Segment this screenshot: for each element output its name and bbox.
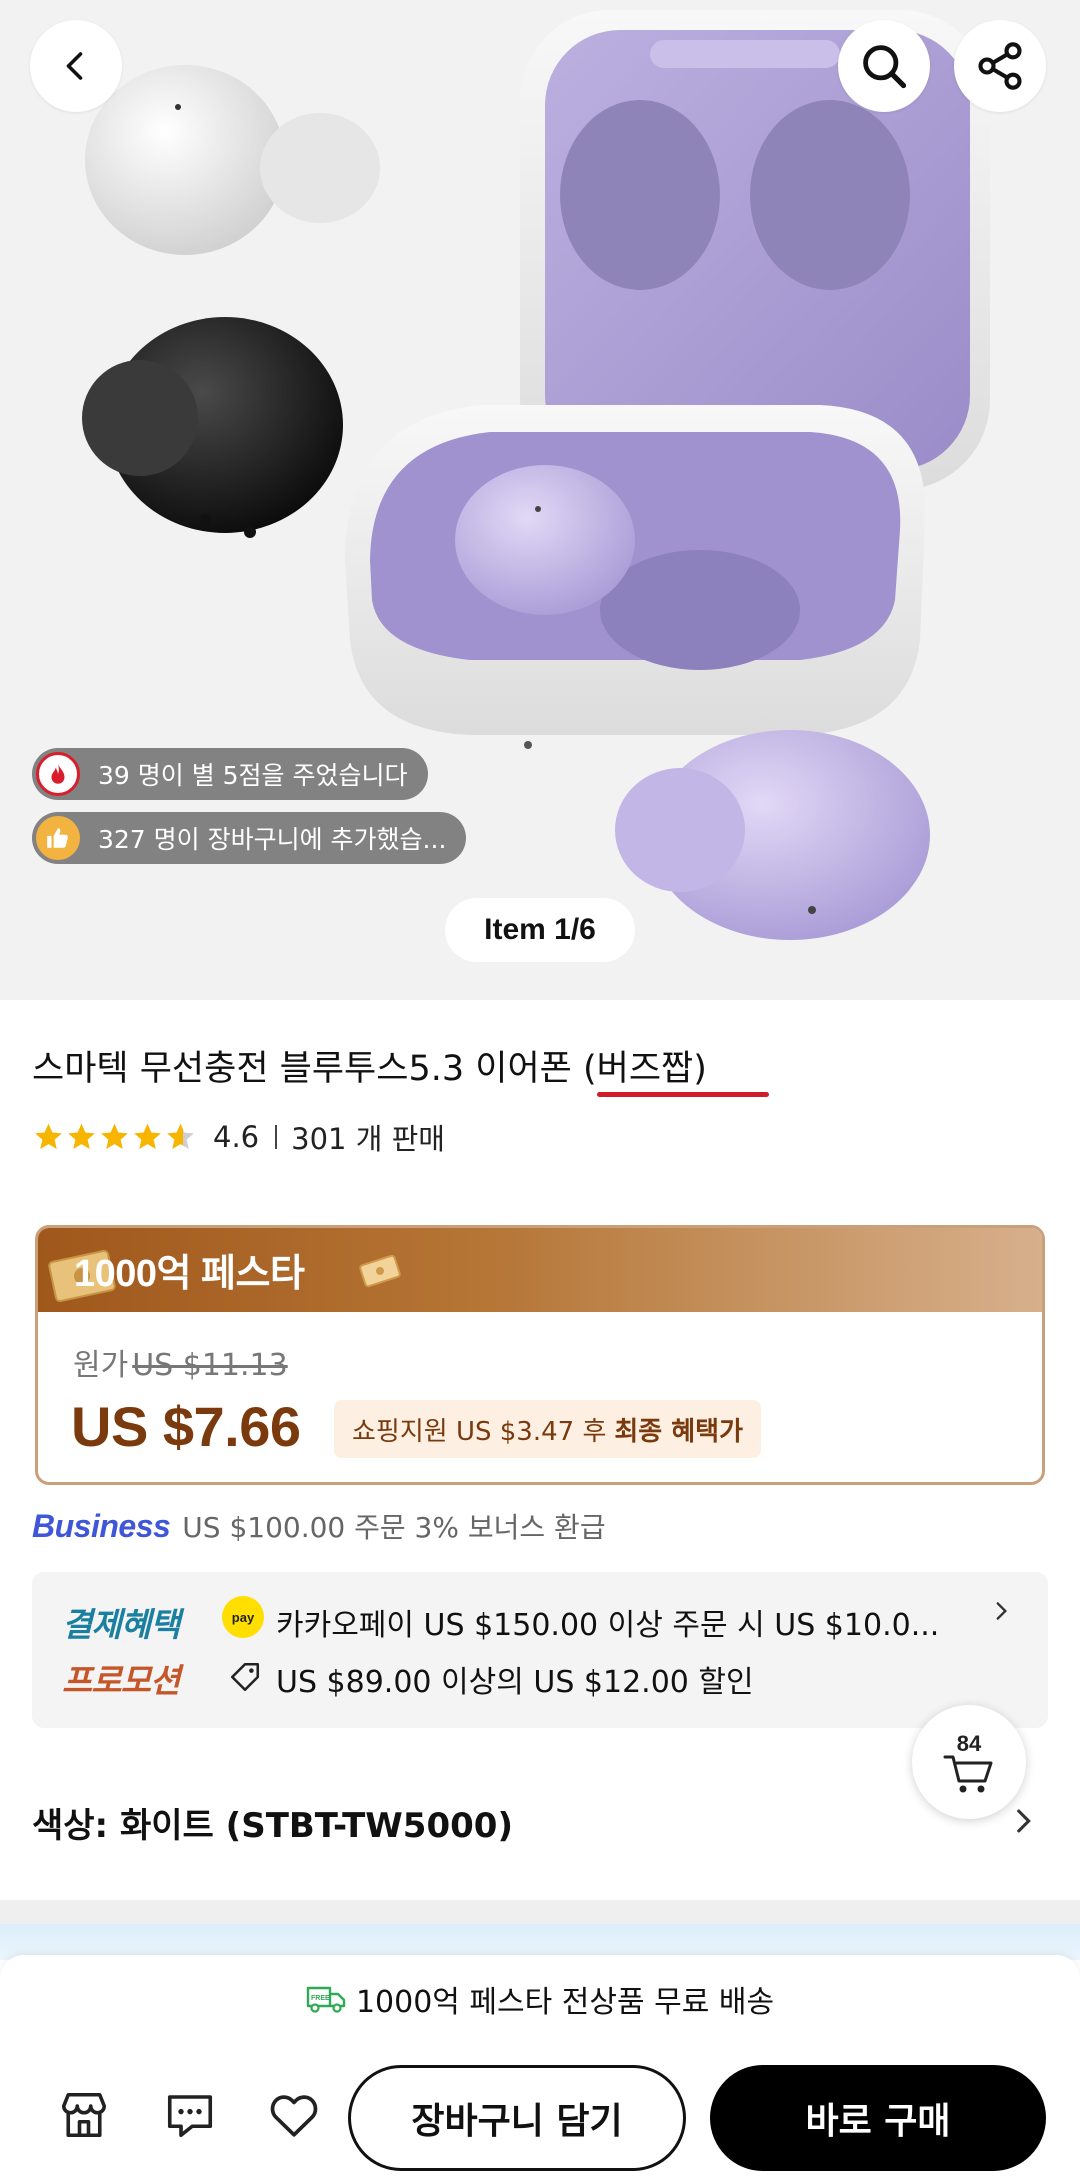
cart-count-badge: 84 (956, 1731, 982, 1756)
kakaopay-icon: pay (222, 1596, 264, 1638)
benefit-bold: 최종 혜택가 (614, 1416, 744, 1447)
buy-now-button[interactable]: 바로 구매 (710, 2065, 1046, 2171)
color-option-label: 색상: 화이트 (STBT-TW5000) (32, 1805, 513, 1846)
payment-benefit-text: 카카오페이 US $150.00 이상 주문 시 US $10.0... (276, 1608, 940, 1643)
current-price: US $7.66 (71, 1395, 301, 1458)
final-benefit-chip: 쇼핑지원 US $3.47 후 최종 혜택가 (334, 1400, 762, 1458)
business-logo: Business (32, 1507, 171, 1544)
chevron-right-icon (1017, 1809, 1031, 1833)
rating-separator (275, 1125, 278, 1149)
share-icon (978, 42, 1022, 90)
five-star-count-badge: 39 명이 별 5점을 주었습니다 (32, 748, 428, 800)
chat-button[interactable] (160, 2085, 220, 2145)
chat-icon (167, 2095, 213, 2138)
wishlist-button[interactable] (264, 2085, 324, 2145)
half-star-icon (167, 1123, 194, 1149)
original-price: US $11.13 (132, 1348, 288, 1383)
benefit-prefix: 쇼핑지원 US $3.47 후 (352, 1416, 607, 1447)
section-divider (0, 1900, 1080, 1924)
star-icon (35, 1123, 62, 1149)
add-to-cart-button[interactable]: 장바구니 담기 (348, 2065, 686, 2171)
product-image-gallery[interactable]: 39 명이 별 5점을 주었습니다 327 명이 장바구니에 추가했습... I… (0, 0, 1080, 1000)
price-box: 1000억 페스타 원가 US $11.13 US $7.66 쇼핑지원 US $… (35, 1225, 1045, 1485)
image-counter: Item 1/6 (445, 898, 635, 962)
rating-row[interactable]: 4.6 301 개 판매 (32, 1116, 445, 1158)
free-shipping-notice: FREE 1000억 페스타 전상품 무료 배송 (0, 1977, 1080, 2021)
star-icon (134, 1123, 161, 1149)
search-button[interactable] (838, 20, 930, 112)
business-bonus-row: Business US $100.00 주문 3% 보너스 환급 (32, 1506, 606, 1546)
sold-count: 301 개 판매 (291, 1122, 445, 1156)
title-highlight-underline (597, 1092, 769, 1097)
five-star-count-text: 39 명이 별 5점을 주었습니다 (98, 761, 408, 790)
bottom-action-bar: FREE 1000억 페스타 전상품 무료 배송 장바구니 담기 바로 구매 (0, 1955, 1080, 2180)
star-rating (32, 1121, 197, 1153)
star-icon (101, 1123, 128, 1149)
fire-icon (36, 752, 80, 796)
cart-add-count-badge: 327 명이 장바구니에 추가했습... (32, 812, 467, 864)
cart-add-count-text: 327 명이 장바구니에 추가했습... (98, 825, 447, 854)
tag-icon (230, 1662, 260, 1692)
business-bonus-text: US $100.00 주문 3% 보너스 환급 (182, 1511, 606, 1544)
original-price-label: 원가 (73, 1348, 129, 1383)
back-arrow-icon (66, 52, 83, 80)
kakaopay-badge-text: pay (231, 1609, 255, 1625)
color-option-selector[interactable]: 색상: 화이트 (STBT-TW5000) (32, 1792, 1048, 1852)
free-shipping-text: 1000억 페스타 전상품 무료 배송 (355, 1985, 775, 2020)
promotion-text: US $89.00 이상의 US $12.00 할인 (276, 1665, 754, 1700)
chevron-right-icon (996, 1602, 1008, 1620)
cart-icon (943, 1755, 993, 1793)
svg-text:FREE: FREE (311, 1995, 330, 2002)
store-icon (61, 2092, 107, 2138)
product-title: 스마텍 무선충전 블루투스5.3 이어폰 (버즈짭) (32, 1040, 769, 1097)
heart-icon (270, 2095, 318, 2137)
original-price-row: 원가 US $11.13 (73, 1340, 288, 1384)
rating-value: 4.6 (213, 1120, 260, 1154)
store-button[interactable] (54, 2085, 114, 2145)
festa-banner: 1000억 페스타 (38, 1228, 1042, 1312)
festa-title: 1000억 페스타 (74, 1253, 305, 1295)
promotion-label: 프로모션 (62, 1661, 180, 1700)
product-title-text: 스마텍 무선충전 블루투스5.3 이어폰 (버즈짭) (32, 1049, 707, 1089)
search-icon (863, 45, 907, 89)
star-icon (68, 1123, 95, 1149)
share-button[interactable] (954, 20, 1046, 112)
coupon-icon (359, 1254, 401, 1288)
thumbs-up-icon (36, 816, 80, 860)
payment-benefit-label: 결제혜택 (62, 1605, 180, 1644)
free-shipping-truck-icon: FREE (306, 1986, 346, 2013)
back-button[interactable] (30, 20, 122, 112)
promotions-box[interactable]: 결제혜택 pay 카카오페이 US $150.00 이상 주문 시 US $10… (32, 1572, 1048, 1728)
